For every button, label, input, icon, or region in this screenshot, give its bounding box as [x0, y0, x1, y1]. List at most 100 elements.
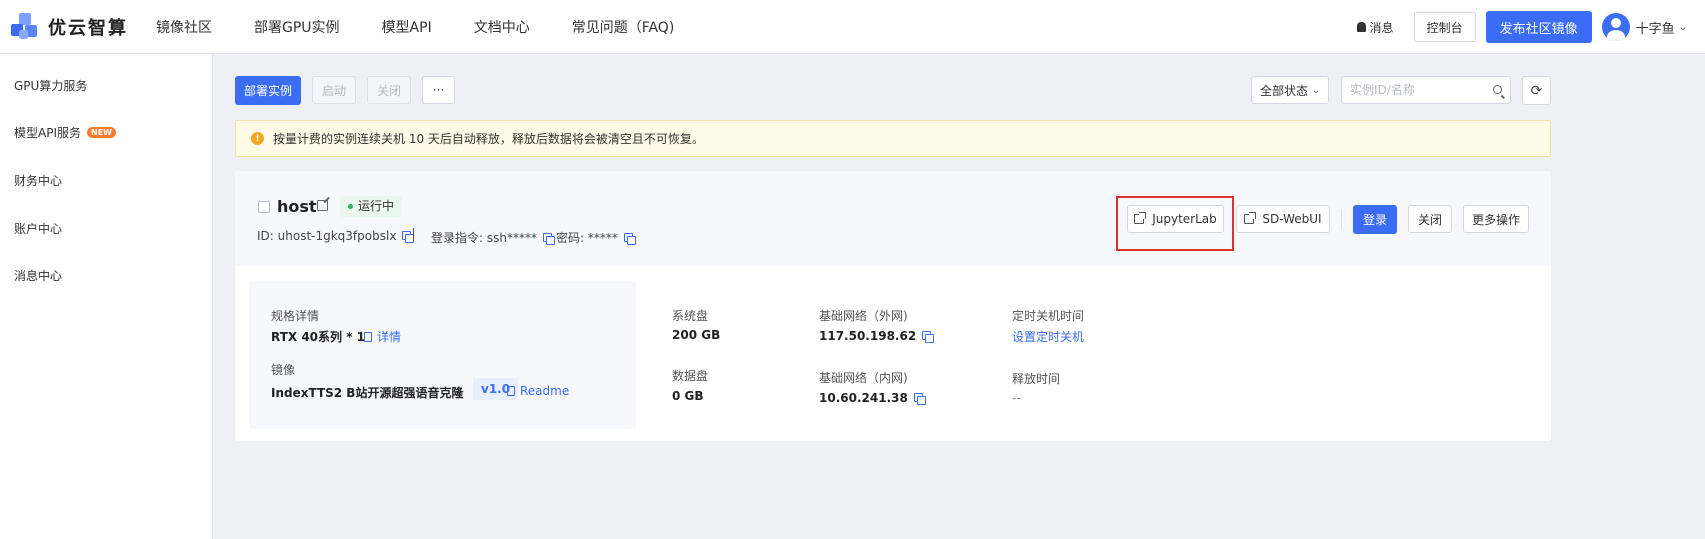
internal-ip-value: 10.60.241.38 [819, 391, 908, 405]
release-time-value: -- [1012, 391, 1021, 405]
start-button[interactable]: 启动 [312, 76, 356, 104]
brand[interactable]: 优云智算 [10, 12, 128, 42]
sidebar-item-label: 财务中心 [14, 174, 63, 188]
spec-panel: 规格详情 RTX 40系列 * 1 详情 镜像 IndexTTS2 B站开源超强… [249, 281, 636, 429]
instance-checkbox[interactable] [258, 201, 270, 213]
spec-detail-label: 详情 [377, 330, 402, 344]
sdwebui-button[interactable]: SD-WebUI [1236, 205, 1330, 233]
more-button[interactable]: ··· [422, 76, 455, 104]
status-badge: 运行中 [340, 196, 403, 217]
messages-label: 消息 [1369, 20, 1394, 35]
divider [1341, 209, 1342, 229]
deploy-instance-button[interactable]: 部署实例 [235, 76, 301, 105]
external-network-label: 基础网络（外网) [819, 309, 908, 323]
sidebar-item-account[interactable]: 账户中心 [14, 220, 62, 237]
avatar [1601, 13, 1630, 41]
messages-link[interactable]: 消息 [1356, 19, 1394, 36]
brand-logo-icon [10, 12, 40, 42]
password: 密码: ***** [556, 229, 636, 246]
nav-docs[interactable]: 文档中心 [474, 17, 530, 37]
username: 十字鱼 [1635, 21, 1675, 37]
readme-link[interactable]: Readme [507, 384, 569, 398]
sidebar-item-finance[interactable]: 财务中心 [14, 172, 62, 189]
refresh-button[interactable]: ⟳ [1522, 76, 1551, 105]
copy-icon[interactable] [913, 393, 926, 405]
copy-icon[interactable] [623, 233, 636, 245]
close-instance-button[interactable]: 关闭 [1408, 205, 1452, 233]
nav-faq[interactable]: 常见问题（FAQ) [572, 17, 675, 37]
system-disk-value: 200 GB [672, 328, 721, 342]
sidebar: GPU算力服务 模型API服务 NEW 财务中心 账户中心 消息中心 [0, 54, 213, 539]
notice-text: 按量计费的实例连续关机 10 天后自动释放，释放后数据将会被清空且不可恢复。 [273, 132, 704, 146]
login-command: 登录指令: ssh***** [431, 229, 555, 246]
nav-model-api[interactable]: 模型API [382, 17, 432, 37]
sidebar-item-label: GPU算力服务 [14, 79, 88, 93]
instance-card-header: host 运行中 ID: uhost-1gkq3fpobslx 登录指令: ss… [235, 171, 1551, 266]
jupyterlab-label: JupyterLab [1152, 212, 1217, 226]
top-nav-bar: 优云智算 镜像社区 部署GPU实例 模型API 文档中心 常见问题（FAQ) 消… [0, 0, 1705, 54]
internal-network-label: 基础网络（内网) [819, 371, 908, 385]
notice-banner: ! 按量计费的实例连续关机 10 天后自动释放，释放后数据将会被清空且不可恢复。 [235, 120, 1551, 157]
search-input[interactable] [1350, 77, 1490, 103]
image-value: IndexTTS2 B站开源超强语音克隆 [271, 386, 464, 400]
sidebar-item-model-api[interactable]: 模型API服务 NEW [14, 124, 116, 141]
image-label: 镜像 [271, 363, 296, 377]
copy-icon[interactable] [922, 331, 935, 343]
instance-id-text: ID: uhost-1gkq3fpobslx [257, 229, 397, 243]
refresh-icon: ⟳ [1530, 82, 1543, 99]
instance-id: ID: uhost-1gkq3fpobslx [257, 229, 415, 243]
status-filter-select[interactable]: 全部状态 ⌄ [1251, 76, 1329, 104]
stop-button[interactable]: 关闭 [367, 76, 411, 104]
sdwebui-label: SD-WebUI [1262, 212, 1322, 226]
external-ip: 117.50.198.62 [819, 329, 935, 343]
external-link-icon [1244, 212, 1257, 224]
internal-ip: 10.60.241.38 [819, 391, 926, 405]
jupyterlab-button[interactable]: JupyterLab [1127, 205, 1224, 233]
edit-icon[interactable] [317, 200, 328, 211]
main-nav: 镜像社区 部署GPU实例 模型API 文档中心 常见问题（FAQ) [156, 17, 716, 37]
readme-label: Readme [520, 384, 570, 398]
sidebar-item-label: 账户中心 [14, 222, 63, 236]
chevron-down-icon: ⌄ [1311, 84, 1320, 96]
divider [413, 228, 414, 242]
login-command-text: 登录指令: ssh***** [431, 231, 537, 245]
shutdown-time-label: 定时关机时间 [1012, 309, 1085, 323]
sidebar-item-label: 消息中心 [14, 269, 63, 283]
external-link-icon [1134, 212, 1147, 224]
header-actions: 消息 控制台 发布社区镜像 十字鱼 ⌄ [1356, 0, 1705, 54]
spec-label: 规格详情 [271, 309, 320, 323]
book-icon [507, 386, 515, 396]
warning-icon: ! [251, 132, 264, 145]
spec-value: RTX 40系列 * 1 [271, 330, 365, 344]
console-button[interactable]: 控制台 [1413, 12, 1476, 42]
nav-image-community[interactable]: 镜像社区 [156, 17, 212, 37]
data-disk-label: 数据盘 [672, 369, 709, 383]
data-disk-value: 0 GB [672, 389, 704, 403]
bell-icon [1356, 22, 1366, 32]
search-icon[interactable] [1493, 85, 1502, 94]
password-text: 密码: ***** [556, 231, 618, 245]
nav-deploy-gpu[interactable]: 部署GPU实例 [254, 17, 340, 37]
copy-icon[interactable] [542, 233, 555, 245]
instance-name: host [277, 197, 317, 216]
status-filter-value: 全部状态 [1260, 83, 1309, 98]
search-box [1341, 76, 1511, 104]
system-disk-label: 系统盘 [672, 309, 709, 323]
sidebar-item-messages[interactable]: 消息中心 [14, 267, 62, 284]
new-badge: NEW [87, 127, 116, 138]
sidebar-item-label: 模型API服务 [14, 126, 81, 140]
publish-image-button[interactable]: 发布社区镜像 [1485, 11, 1592, 43]
brand-name: 优云智算 [48, 17, 128, 39]
user-menu[interactable]: 十字鱼 ⌄ [1601, 13, 1687, 41]
chevron-down-icon: ⌄ [1678, 21, 1687, 33]
copy-icon[interactable] [402, 231, 415, 243]
sidebar-item-gpu[interactable]: GPU算力服务 [14, 77, 87, 94]
login-button[interactable]: 登录 [1353, 205, 1397, 234]
instance-card: host 运行中 ID: uhost-1gkq3fpobslx 登录指令: ss… [235, 171, 1551, 441]
external-ip-value: 117.50.198.62 [819, 329, 917, 343]
release-time-label: 释放时间 [1012, 372, 1061, 386]
spec-detail-link[interactable]: 详情 [364, 328, 401, 345]
document-icon [364, 332, 372, 342]
set-shutdown-link[interactable]: 设置定时关机 [1012, 328, 1084, 345]
more-actions-button[interactable]: 更多操作 [1463, 205, 1529, 233]
